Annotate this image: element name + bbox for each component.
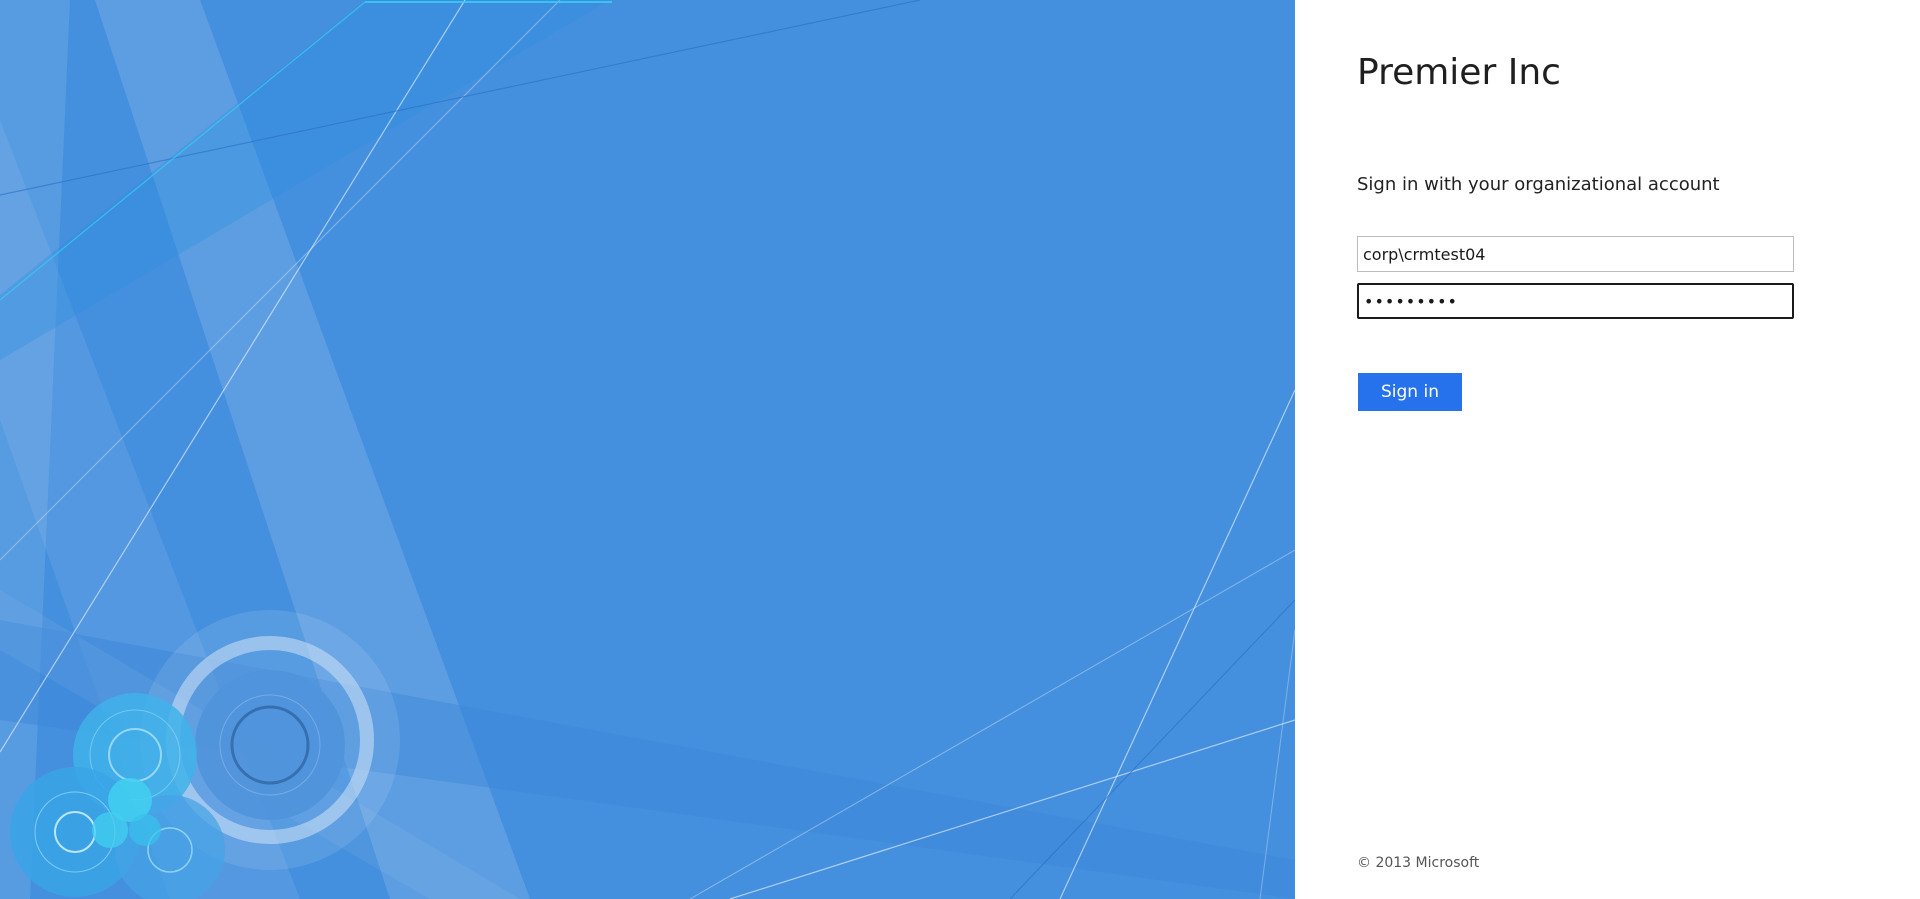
copyright-footer: © 2013 Microsoft [1357, 855, 1480, 871]
decorative-artwork [0, 0, 1295, 899]
username-field[interactable] [1357, 236, 1794, 272]
sign-in-button[interactable]: Sign in [1358, 373, 1462, 411]
sign-in-heading: Sign in with your organizational account [1357, 174, 1720, 195]
background-illustration [0, 0, 1295, 899]
sign-in-page: Premier Inc Sign in with your organizati… [0, 0, 1920, 899]
password-field[interactable] [1357, 283, 1794, 319]
organization-name: Premier Inc [1357, 52, 1561, 93]
sign-in-panel: Premier Inc Sign in with your organizati… [1295, 0, 1920, 899]
